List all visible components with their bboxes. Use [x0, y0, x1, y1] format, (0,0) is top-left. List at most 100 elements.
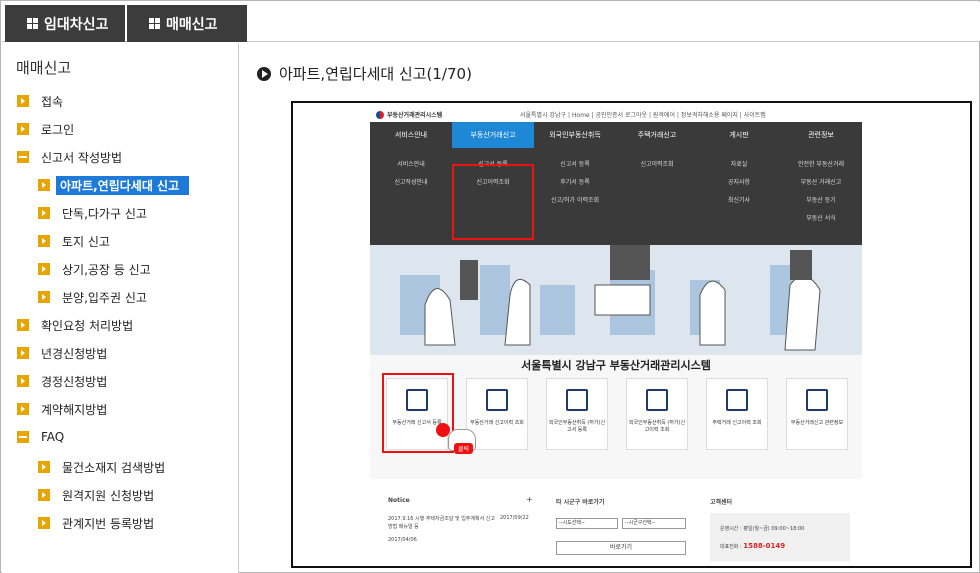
- site-nav-item[interactable]: 게시판: [698, 122, 780, 148]
- notice-item[interactable]: 2017.9.16 시행 주택자금조달 및 입주계획서 신고방법 매뉴얼 등: [388, 515, 498, 531]
- submenu-link[interactable]: 공지사항: [698, 174, 780, 192]
- cs-hours: 운영시간 : 평일(월~금) 09:00~18:00: [720, 526, 805, 532]
- customer-center-box: [710, 513, 850, 561]
- submenu-link[interactable]: 신고서 등록: [534, 156, 616, 174]
- card-related-info[interactable]: 부동산거래신고 관련정보: [786, 378, 848, 450]
- submenu-col: 안전한 부동산거래 부동산 거래신고 부동산 등기 부동산 서식: [780, 156, 862, 228]
- submenu-link[interactable]: 자료실: [698, 156, 780, 174]
- sidebar-item-label: 단독,다가구 신고: [62, 206, 147, 221]
- card-housing-history[interactable]: 주택거래 신고이력 조회: [706, 378, 768, 450]
- notice-more-button[interactable]: +: [526, 495, 533, 504]
- sidebar: 매매신고 접속 로그인 신고서 작성방법 아파트,연립다세대 신고 단독,다가구…: [2, 43, 239, 573]
- province-select[interactable]: --시도선택--: [556, 518, 618, 529]
- sidebar-item-login[interactable]: 로그인: [17, 119, 74, 139]
- document-check-icon: [726, 389, 748, 411]
- hands-houses-illustration: [370, 245, 862, 355]
- sidebar-item-detached[interactable]: 단독,다가구 신고: [38, 203, 147, 223]
- submenu-link[interactable]: 안전한 부동산거래: [780, 156, 862, 174]
- arrow-icon: [38, 489, 50, 501]
- tab-sale-report[interactable]: 매매신고: [127, 5, 247, 42]
- site-nav-item[interactable]: 주택거래신고: [616, 122, 698, 148]
- submenu-link[interactable]: 서비스안내: [370, 156, 452, 174]
- play-circle-icon: [257, 66, 271, 81]
- sidebar-item-label: FAQ: [41, 430, 65, 444]
- arrow-icon: [38, 263, 50, 275]
- cs-phone: 대표전화 : 1588-0149: [720, 542, 785, 550]
- tab-label: 임대차신고: [44, 16, 109, 33]
- submenu-link[interactable]: 부동산 거래신고: [780, 174, 862, 192]
- submenu-link[interactable]: 부동산 서식: [780, 210, 862, 228]
- site-nav-item[interactable]: 관련정보: [780, 122, 862, 148]
- submenu-link[interactable]: 최신기사: [698, 192, 780, 210]
- site-logo: 부동산거래관리시스템: [376, 110, 442, 119]
- tab-label: 매매신고: [166, 16, 218, 33]
- card-label: 외국인부동산취득 (허가)신고이력 조회: [628, 420, 686, 433]
- sidebar-item-apartment[interactable]: 아파트,연립다세대 신고: [38, 175, 190, 195]
- sidebar-item-label: 신고서 작성방법: [41, 150, 123, 165]
- sidebar-item-confirm-request[interactable]: 확인요청 처리방법: [17, 315, 133, 335]
- sidebar-item-label: 아파트,연립다세대 신고: [56, 175, 190, 195]
- submenu-link[interactable]: 신고이력조회: [616, 156, 698, 174]
- sidebar-title: 매매신고: [16, 59, 72, 77]
- sidebar-item-label: 확인요청 처리방법: [41, 318, 134, 333]
- cs-phone-label: 대표전화 :: [720, 544, 742, 550]
- submenu-col: 신고서 등록 후기서 등록 신고/허가 이력조회: [534, 156, 616, 210]
- sidebar-item-access[interactable]: 접속: [17, 91, 63, 111]
- sidebar-item-presale[interactable]: 분양,입주권 신고: [38, 287, 147, 307]
- arrow-icon: [17, 347, 29, 359]
- site-top-links[interactable]: 서울특별시 강남구 | Home | 공인인증서 로그아웃 | 원격에어 | 정…: [520, 110, 766, 119]
- page-title: 아파트,연립다세대 신고(1/70): [257, 63, 472, 84]
- site-nav-item[interactable]: 외국인부동산취득: [534, 122, 616, 148]
- logo-emblem-icon: [376, 110, 384, 119]
- sidebar-item-label: 상기,공장 등 신고: [62, 262, 151, 277]
- sidebar-item-correction[interactable]: 경정신청방법: [17, 371, 107, 391]
- card-foreign-register[interactable]: 외국인부동산취득 (허가)신고서 등록: [546, 378, 608, 450]
- sidebar-item-property-search[interactable]: 물건소재지 검색방법: [38, 457, 165, 477]
- customer-center-title: 고객센터: [710, 499, 733, 506]
- sidebar-item-faq[interactable]: FAQ: [17, 427, 64, 447]
- card-label: 부동산거래 신고이력 조회: [470, 420, 524, 426]
- cs-phone-number: 1588-0149: [743, 542, 786, 550]
- district-select[interactable]: --시군구선택--: [622, 518, 686, 529]
- sidebar-item-label: 경정신청방법: [41, 374, 108, 389]
- sidebar-item-cancel-contract[interactable]: 계약해지방법: [17, 399, 107, 419]
- site-logo-text: 부동산거래관리시스템: [387, 112, 443, 119]
- minus-icon: [17, 151, 29, 163]
- house-search-icon: [646, 389, 668, 411]
- card-label: 주택거래 신고이력 조회: [712, 420, 762, 426]
- card-foreign-history[interactable]: 외국인부동산취득 (허가)신고이력 조회: [626, 378, 688, 450]
- site-nav-item[interactable]: 서비스안내: [370, 122, 452, 148]
- sidebar-item-remote-support[interactable]: 원격지원 신청방법: [38, 485, 154, 505]
- sidebar-item-label: 분양,입주권 신고: [62, 290, 147, 305]
- arrow-icon: [38, 179, 50, 191]
- submenu-link[interactable]: 신고작성안내: [370, 174, 452, 192]
- submenu-link[interactable]: 신고/허가 이력조회: [534, 192, 616, 210]
- sidebar-item-report-writing[interactable]: 신고서 작성방법: [17, 147, 122, 167]
- sidebar-item-related-lot[interactable]: 관계지번 등록방법: [38, 513, 154, 533]
- sidebar-item-label: 원격지원 신청방법: [62, 488, 155, 503]
- sidebar-item-label: 년경신청방법: [41, 346, 108, 361]
- sidebar-item-change[interactable]: 년경신청방법: [17, 343, 107, 363]
- submenu-link[interactable]: 부동산 등기: [780, 192, 862, 210]
- site-nav-item-active[interactable]: 부동산거래신고: [452, 122, 534, 148]
- tab-lease-report[interactable]: 임대차신고: [5, 5, 125, 42]
- arrow-icon: [38, 517, 50, 529]
- submenu-link[interactable]: 후기서 등록: [534, 174, 616, 192]
- submenu-col: 자료실 공지사항 최신기사: [698, 156, 780, 210]
- highlight-box: [382, 373, 454, 453]
- notice-date: 2017/04/06: [388, 537, 417, 543]
- site-main-title: 서울특별시 강남구 부동산거래관리시스템: [521, 359, 711, 372]
- top-tab-bar: 임대차신고 매매신고: [2, 2, 980, 42]
- arrow-icon: [17, 95, 29, 107]
- go-button[interactable]: 바로가기: [556, 541, 686, 555]
- card-label: 외국인부동산취득 (허가)신고서 등록: [548, 420, 606, 433]
- edit-document-icon: [566, 389, 588, 411]
- sidebar-item-label: 물건소재지 검색방법: [62, 460, 166, 475]
- card-label: 부동산거래신고 관련정보: [790, 420, 844, 426]
- notice-title: Notice: [388, 497, 410, 504]
- sidebar-item-land[interactable]: 토지 신고: [38, 231, 110, 251]
- arrow-icon: [17, 319, 29, 331]
- quick-link-title: 타 시군구 바로가기: [556, 499, 605, 506]
- sidebar-item-commercial[interactable]: 상기,공장 등 신고: [38, 259, 151, 279]
- submenu-col: 신고이력조회: [616, 156, 698, 174]
